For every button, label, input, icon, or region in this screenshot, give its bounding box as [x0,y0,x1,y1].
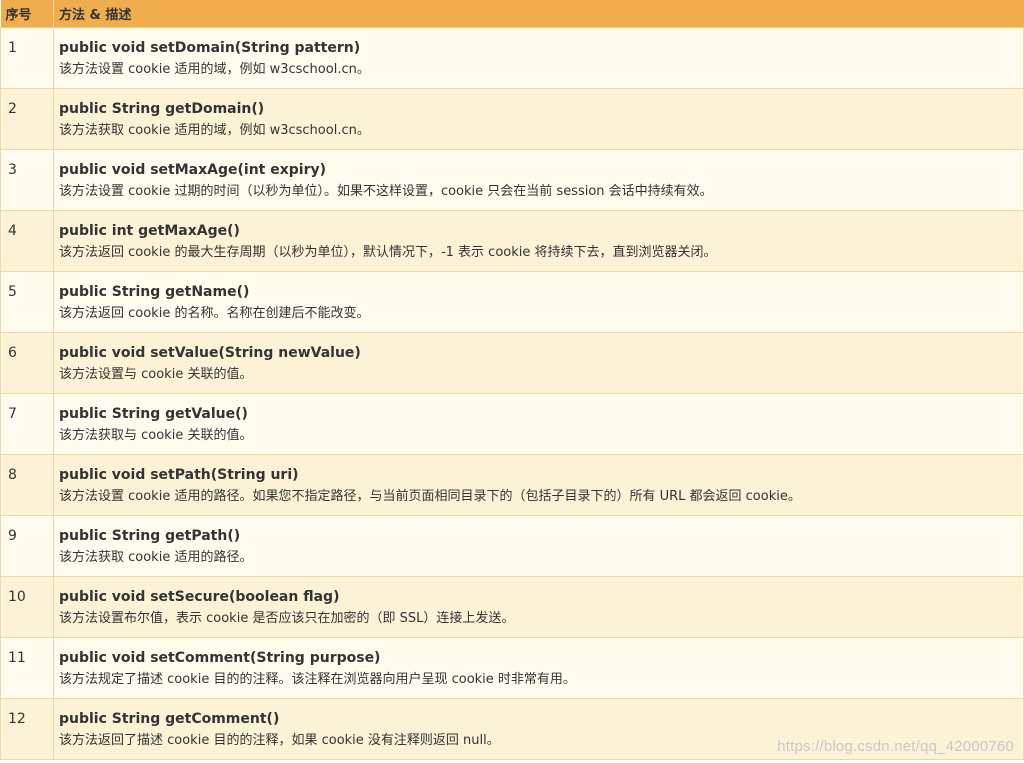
row-method-cell: public String getDomain() 该方法获取 cookie 适用… [53,88,1024,150]
row-method-cell: public void setPath(String uri) 该方法设置 coo… [53,454,1024,516]
method-description: 该方法返回 cookie 的名称。名称在创建后不能改变。 [59,305,370,321]
table-row: 10 public void setSecure(boolean flag) 该方法… [0,576,1024,638]
table-row: 9 public String getPath() 该方法获取 cookie 适用的… [0,515,1024,577]
row-method-cell: public void setComment(String purpose) 该方… [53,637,1024,699]
method-description: 该方法设置 cookie 过期的时间（以秒为单位）。如果不这样设置，cookie… [59,183,713,199]
method-signature: public String getValue() [59,405,248,422]
table-row: 11 public void setComment(String purpose)… [0,637,1024,699]
row-method-cell: public String getName() 该方法返回 cookie 的名称。… [53,271,1024,333]
row-index: 7 [0,393,54,455]
method-signature: public void setValue(String newValue) [59,344,361,361]
row-method-cell: public void setValue(String newValue) 该方法… [53,332,1024,394]
method-description: 该方法设置布尔值，表示 cookie 是否应该只在加密的（即 SSL）连接上发送… [59,610,515,626]
row-index: 6 [0,332,54,394]
method-description: 该方法设置 cookie 适用的路径。如果您不指定路径，与当前页面相同目录下的（… [59,488,801,504]
table-row: 5 public String getName() 该方法返回 cookie 的名称… [0,271,1024,333]
method-signature: public void setDomain(String pattern) [59,39,361,56]
method-description: 该方法获取 cookie 适用的路径。 [59,549,253,565]
row-method-cell: public String getPath() 该方法获取 cookie 适用的路… [53,515,1024,577]
table-row: 7 public String getValue() 该方法获取与 cookie 关… [0,393,1024,455]
row-method-cell: public void setSecure(boolean flag) 该方法设置… [53,576,1024,638]
header-index: 序号 [0,0,54,28]
method-signature: public int getMaxAge() [59,222,240,239]
table-row: 1 public void setDomain(String pattern) 该方… [0,27,1024,89]
method-description: 该方法规定了描述 cookie 目的的注释。该注释在浏览器向用户呈现 cooki… [59,671,576,687]
table-row: 3 public void setMaxAge(int expiry) 该方法设置 … [0,149,1024,211]
method-description: 该方法获取 cookie 适用的域，例如 w3cschool.cn。 [59,122,370,138]
method-signature: public String getDomain() [59,100,265,117]
row-method-cell: public String getValue() 该方法获取与 cookie 关联… [53,393,1024,455]
row-method-cell: public void setDomain(String pattern) 该方法… [53,27,1024,89]
table-row: 2 public String getDomain() 该方法获取 cookie 适… [0,88,1024,150]
method-signature: public void setMaxAge(int expiry) [59,161,327,178]
row-index: 2 [0,88,54,150]
table-header-row: 序号 方法 & 描述 [0,0,1024,28]
row-index: 9 [0,515,54,577]
row-index: 12 [0,698,54,760]
row-index: 5 [0,271,54,333]
method-description: 该方法设置 cookie 适用的域，例如 w3cschool.cn。 [59,61,370,77]
row-index: 4 [0,210,54,272]
table-row: 6 public void setValue(String newValue) 该方… [0,332,1024,394]
row-method-cell: public void setMaxAge(int expiry) 该方法设置 c… [53,149,1024,211]
table-row: 8 public void setPath(String uri) 该方法设置 co… [0,454,1024,516]
method-signature: public void setSecure(boolean flag) [59,588,340,605]
method-description: 该方法设置与 cookie 关联的值。 [59,366,253,382]
cookie-methods-table: 序号 方法 & 描述 1 public void setDomain(String… [0,0,1024,760]
table-row: 4 public int getMaxAge() 该方法返回 cookie 的最大生… [0,210,1024,272]
row-index: 11 [0,637,54,699]
method-description: 该方法返回 cookie 的最大生存周期（以秒为单位），默认情况下，-1 表示 … [59,244,717,260]
method-signature: public String getPath() [59,527,241,544]
watermark: https://blog.csdn.net/qq_42000760 [777,738,1014,755]
method-signature: public void setComment(String purpose) [59,649,381,666]
header-method-description: 方法 & 描述 [53,0,1024,28]
method-description: 该方法获取与 cookie 关联的值。 [59,427,253,443]
method-signature: public String getComment() [59,710,280,727]
table-body: 1 public void setDomain(String pattern) 该方… [0,27,1024,760]
row-index: 1 [0,27,54,89]
row-index: 3 [0,149,54,211]
method-signature: public void setPath(String uri) [59,466,299,483]
row-method-cell: public int getMaxAge() 该方法返回 cookie 的最大生存… [53,210,1024,272]
row-index: 8 [0,454,54,516]
method-signature: public String getName() [59,283,250,300]
row-index: 10 [0,576,54,638]
